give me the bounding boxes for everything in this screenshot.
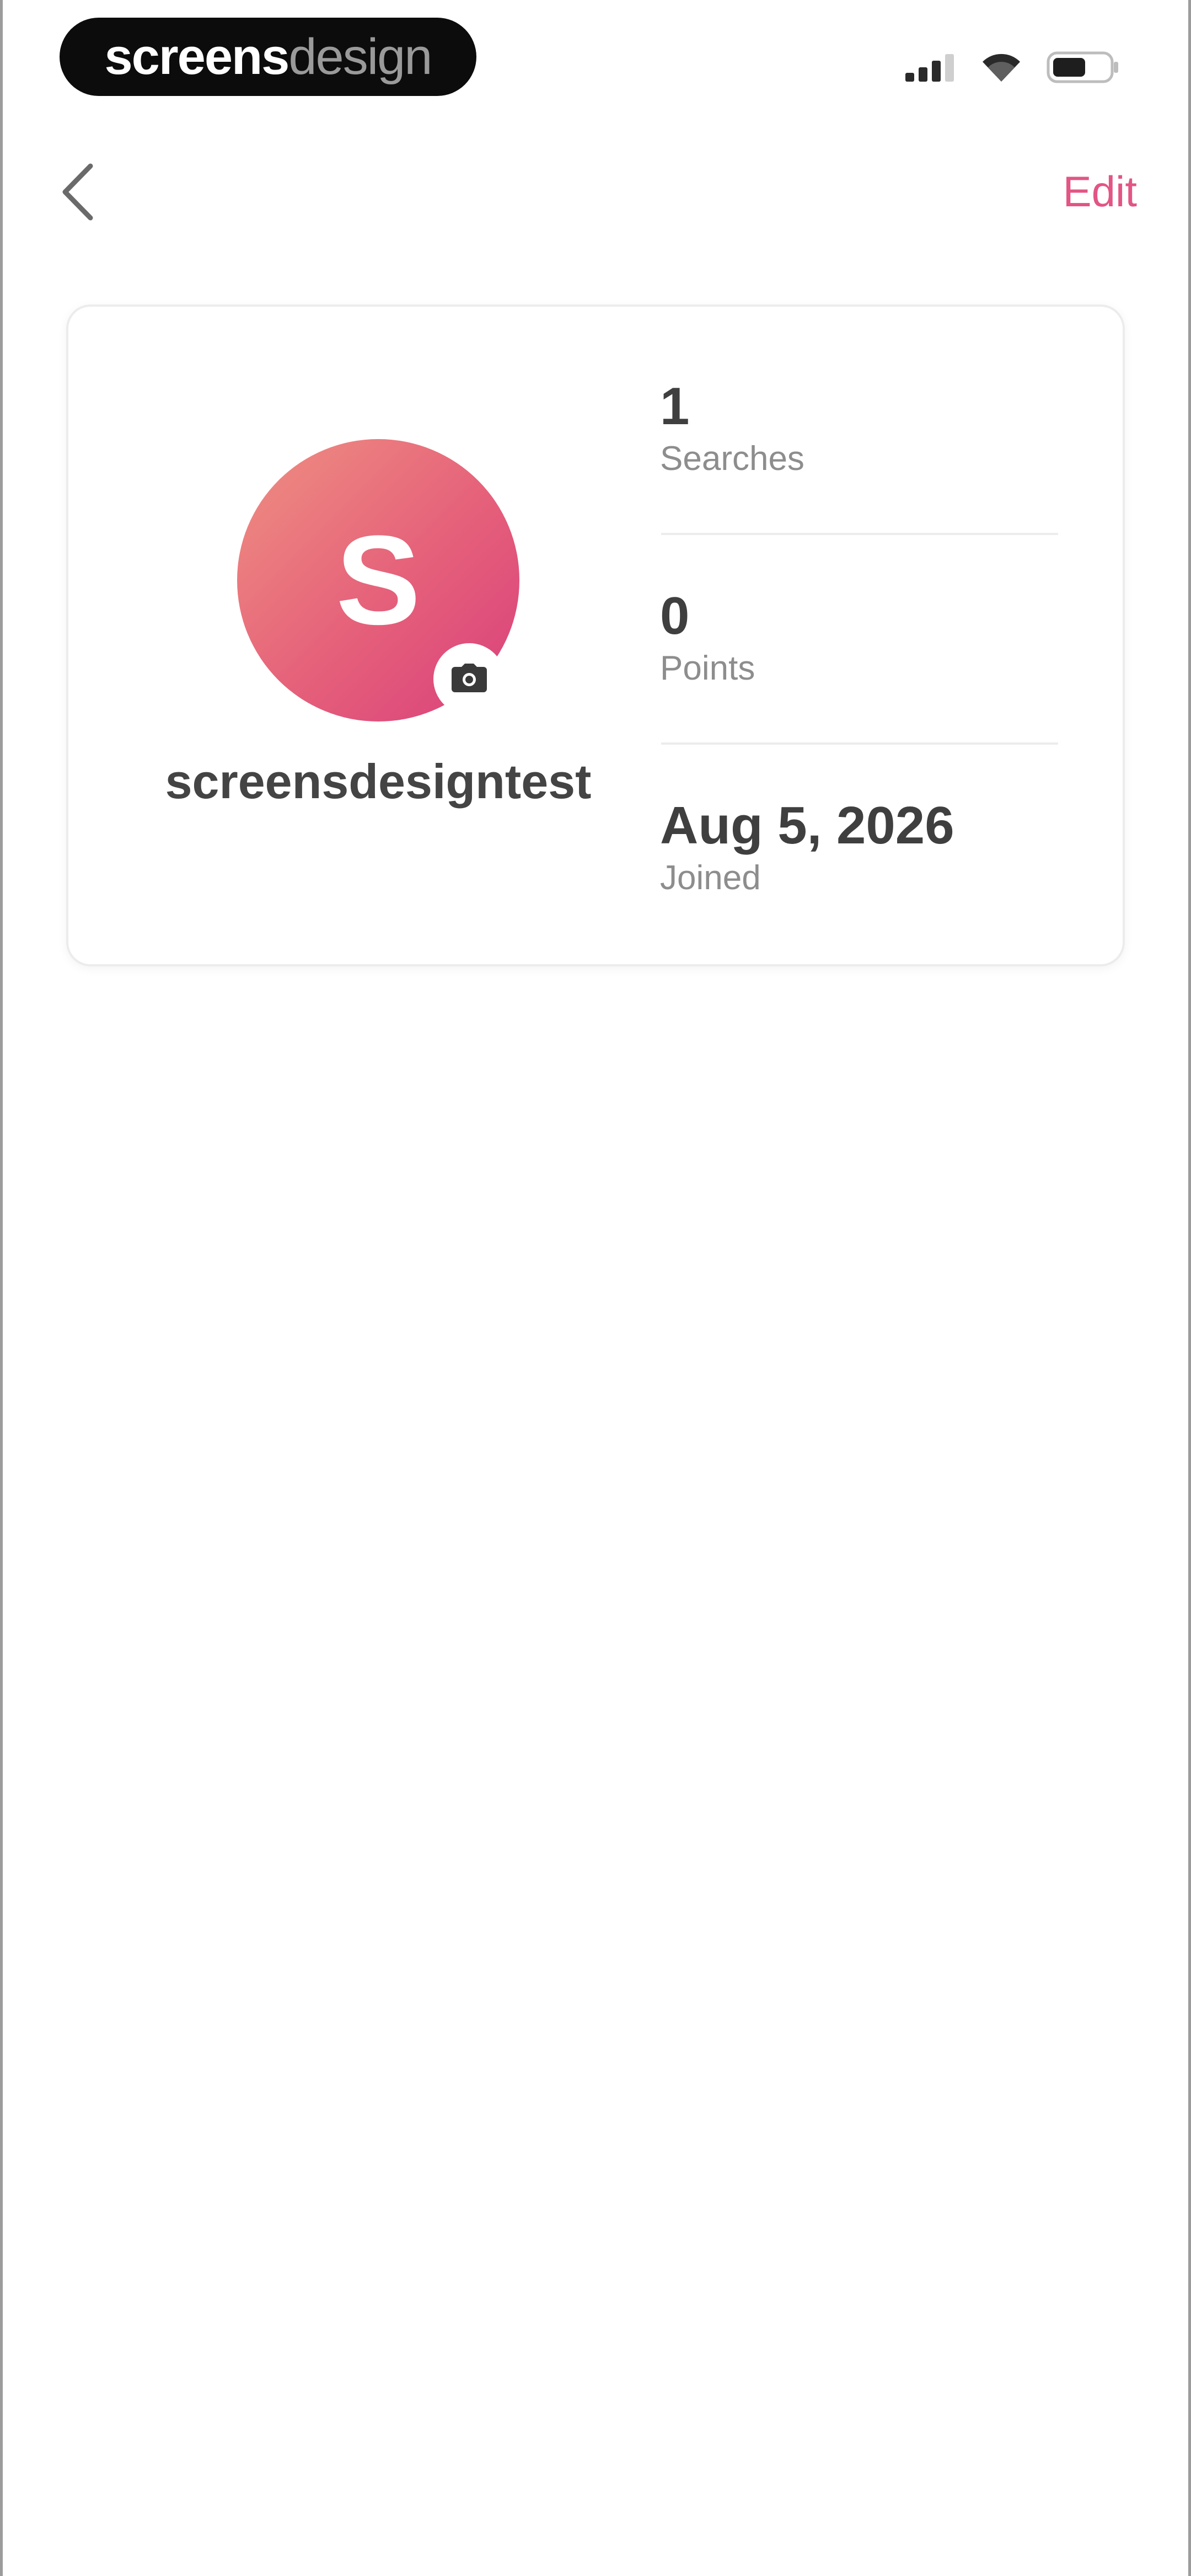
stat-value: 1 xyxy=(660,377,690,436)
camera-icon xyxy=(450,662,488,696)
brand-logo: screens design xyxy=(60,18,476,96)
back-button[interactable] xyxy=(53,160,103,226)
stat-label: Searches xyxy=(660,439,804,478)
cellular-signal-icon xyxy=(905,53,956,84)
stat-divider xyxy=(661,533,1058,535)
stat-searches: 1 Searches xyxy=(660,377,1057,478)
brand-logo-bold: screens xyxy=(104,29,290,85)
username: screensdesigntest xyxy=(165,754,592,809)
chevron-left-icon xyxy=(58,162,97,225)
avatar-initial: S xyxy=(336,509,421,651)
status-bar: screens design xyxy=(0,0,1191,110)
stat-value: Aug 5, 2026 xyxy=(660,796,954,855)
change-photo-button[interactable] xyxy=(433,643,505,715)
stat-label: Joined xyxy=(660,858,761,897)
wifi-icon xyxy=(980,52,1022,85)
stat-points: 0 Points xyxy=(660,587,1057,688)
stat-value: 0 xyxy=(660,586,690,645)
stat-label: Points xyxy=(660,649,755,687)
edit-button[interactable]: Edit xyxy=(1063,167,1137,217)
profile-card: S screensdesigntest 1 Searches 0 Points … xyxy=(66,304,1125,966)
brand-logo-light: design xyxy=(288,29,432,85)
stat-joined: Aug 5, 2026 Joined xyxy=(660,797,1057,897)
stat-divider xyxy=(661,742,1058,745)
status-icons xyxy=(905,51,1119,87)
battery-icon xyxy=(1047,51,1119,87)
